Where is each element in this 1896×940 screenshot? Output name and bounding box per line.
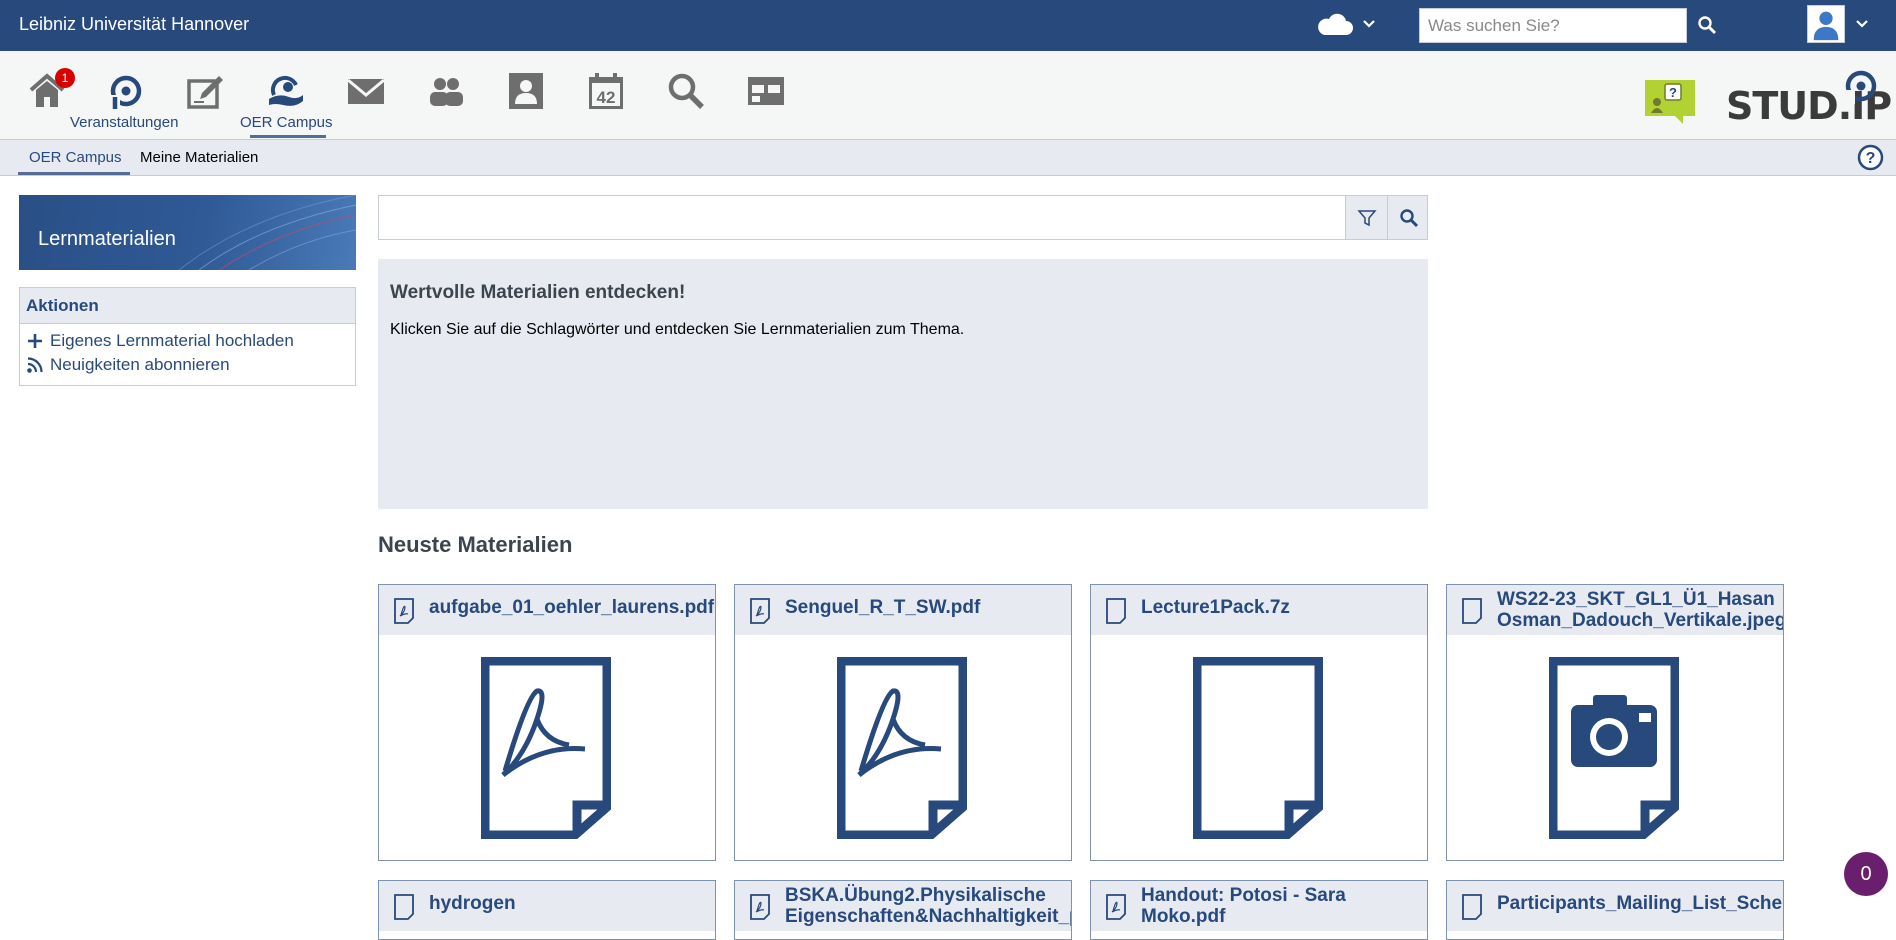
- nav-oer-campus[interactable]: [266, 71, 306, 111]
- nav-label-oer-campus[interactable]: OER Campus: [240, 114, 333, 131]
- material-card[interactable]: WS22-23_SKT_GL1_Ü1_Hasan Osman_Dadouch_V…: [1446, 584, 1784, 861]
- svg-text:?: ?: [1669, 85, 1677, 100]
- edit-icon: [187, 76, 223, 109]
- nav-label-courses[interactable]: Veranstaltungen: [70, 114, 178, 131]
- subscribe-news-label: Neuigkeiten abonnieren: [50, 355, 230, 374]
- material-card-title[interactable]: Lecture1Pack.7z: [1141, 597, 1290, 618]
- material-card-title[interactable]: Senguel_R_T_SW.pdf: [785, 597, 980, 618]
- nav-courses[interactable]: [106, 71, 146, 111]
- material-card-title-line: Eigenschaften&Nachhaltigkeit_p: [785, 906, 1072, 927]
- search-icon: [668, 73, 704, 109]
- rss-icon: [27, 357, 43, 373]
- nav-tools[interactable]: [746, 71, 786, 111]
- tab-bar: OER Campus Meine Materialien ?: [0, 139, 1896, 176]
- plus-icon: [28, 334, 42, 348]
- avatar[interactable]: [1807, 5, 1845, 43]
- upload-material-label: Eigenes Lernmaterial hochladen: [50, 331, 294, 350]
- search-icon: [1400, 209, 1419, 228]
- pdf-document-icon: [481, 657, 611, 839]
- material-card[interactable]: Senguel_R_T_SW.pdf: [734, 584, 1072, 861]
- nav-messages[interactable]: [346, 71, 386, 111]
- file-icon: [1462, 598, 1482, 624]
- chevron-down-icon[interactable]: [1855, 17, 1869, 31]
- newest-materials-title: Neuste Materialien: [378, 532, 573, 557]
- sidebar-title: Lernmaterialien: [38, 228, 176, 250]
- file-icon: [1462, 894, 1482, 920]
- university-title[interactable]: Leibniz Universität Hannover: [19, 14, 249, 35]
- upload-material-action[interactable]: Eigenes Lernmaterial hochladen: [26, 331, 294, 351]
- material-card-title-line: Moko.pdf: [1141, 906, 1226, 927]
- chat-counter-button[interactable]: 0: [1844, 852, 1888, 896]
- material-card-title-line: WS22-23_SKT_GL1_Ü1_Hasan: [1497, 589, 1775, 610]
- help-center-icon[interactable]: ?: [1643, 78, 1697, 126]
- nav-workspace[interactable]: [186, 71, 226, 111]
- cloud-icon[interactable]: [1314, 13, 1354, 37]
- discover-text: Klicken Sie auf die Schlagwörter und ent…: [390, 321, 965, 338]
- courses-icon: [110, 75, 142, 109]
- material-card[interactable]: hydrogen: [378, 880, 716, 940]
- material-card-title[interactable]: Participants_Mailing_List_Sched: [1497, 893, 1783, 914]
- nav-profile[interactable]: [506, 71, 546, 111]
- subscribe-news-action[interactable]: Neuigkeiten abonnieren: [26, 355, 230, 375]
- community-icon: [430, 78, 463, 106]
- chevron-down-icon[interactable]: [1362, 17, 1376, 31]
- file-icon: [1106, 598, 1126, 624]
- image-document-icon: [1549, 657, 1679, 839]
- studip-logo-mark-icon: [1845, 70, 1877, 104]
- material-card-title[interactable]: aufgabe_01_oehler_laurens.pdf: [429, 597, 714, 618]
- material-card-title-line: Handout: Potosi - Sara: [1141, 885, 1346, 906]
- help-icon[interactable]: ?: [1857, 144, 1884, 171]
- calendar-icon: 42: [589, 73, 623, 109]
- pdf-file-icon: [750, 894, 770, 920]
- blank-document-icon: [1193, 657, 1323, 839]
- tab-active-indicator: [18, 172, 130, 175]
- material-card-title[interactable]: WS22-23_SKT_GL1_Ü1_Hasan Osman_Dadouch_V…: [1497, 589, 1784, 631]
- pdf-document-icon: [837, 657, 967, 839]
- material-card-title[interactable]: hydrogen: [429, 893, 516, 914]
- actions-title: Aktionen: [20, 288, 355, 324]
- pdf-file-icon: [394, 598, 414, 624]
- nav-active-indicator: [250, 135, 326, 138]
- material-card[interactable]: Lecture1Pack.7z: [1090, 584, 1428, 861]
- material-card[interactable]: Participants_Mailing_List_Sched: [1446, 880, 1784, 940]
- nav-calendar[interactable]: 42: [586, 71, 626, 111]
- tools-icon: [748, 77, 784, 105]
- nav-search[interactable]: [666, 71, 706, 111]
- material-card[interactable]: aufgabe_01_oehler_laurens.pdf: [378, 584, 716, 861]
- global-search-input[interactable]: [1419, 8, 1687, 43]
- material-card-title-line: Osman_Dadouch_Vertikale.jpeg: [1497, 610, 1784, 631]
- tab-my-materials[interactable]: Meine Materialien: [140, 149, 258, 166]
- search-icon[interactable]: [1697, 15, 1717, 35]
- material-card-title[interactable]: BSKA.Übung2.Physikalische Eigenschaften&…: [785, 885, 1072, 927]
- material-card-title-line: BSKA.Übung2.Physikalische: [785, 885, 1046, 906]
- calendar-day-text: 42: [597, 88, 616, 107]
- material-card[interactable]: BSKA.Übung2.Physikalische Eigenschaften&…: [734, 880, 1072, 940]
- discover-title: Wertvolle Materialien entdecken!: [390, 282, 686, 303]
- profile-icon: [509, 73, 543, 109]
- material-card-title[interactable]: Handout: Potosi - Sara Moko.pdf: [1141, 885, 1346, 927]
- notification-badge[interactable]: 1: [55, 68, 75, 88]
- avatar-icon: [1808, 6, 1844, 42]
- pdf-file-icon: [1106, 894, 1126, 920]
- discover-panel: Wertvolle Materialien entdecken! Klicken…: [378, 259, 1428, 509]
- material-search-input[interactable]: [378, 195, 1428, 240]
- tab-oer-campus[interactable]: OER Campus: [29, 149, 122, 166]
- material-search-button[interactable]: [1387, 196, 1427, 239]
- oer-campus-icon: [269, 75, 303, 106]
- file-icon: [394, 894, 414, 920]
- filter-button[interactable]: [1345, 196, 1387, 239]
- main-navigation: 1 Veranstaltungen OER Campus 42 ? STUD.I…: [0, 51, 1896, 139]
- pdf-file-icon: [750, 598, 770, 624]
- top-bar: Leibniz Universität Hannover: [0, 0, 1896, 51]
- nav-community[interactable]: [426, 71, 466, 111]
- mail-icon: [347, 78, 385, 104]
- svg-text:?: ?: [1866, 150, 1876, 167]
- material-card[interactable]: Handout: Potosi - Sara Moko.pdf: [1090, 880, 1428, 940]
- actions-widget: Aktionen Eigenes Lernmaterial hochladen …: [19, 287, 356, 386]
- filter-icon: [1357, 210, 1377, 227]
- sidebar-banner: Lernmaterialien: [19, 195, 356, 270]
